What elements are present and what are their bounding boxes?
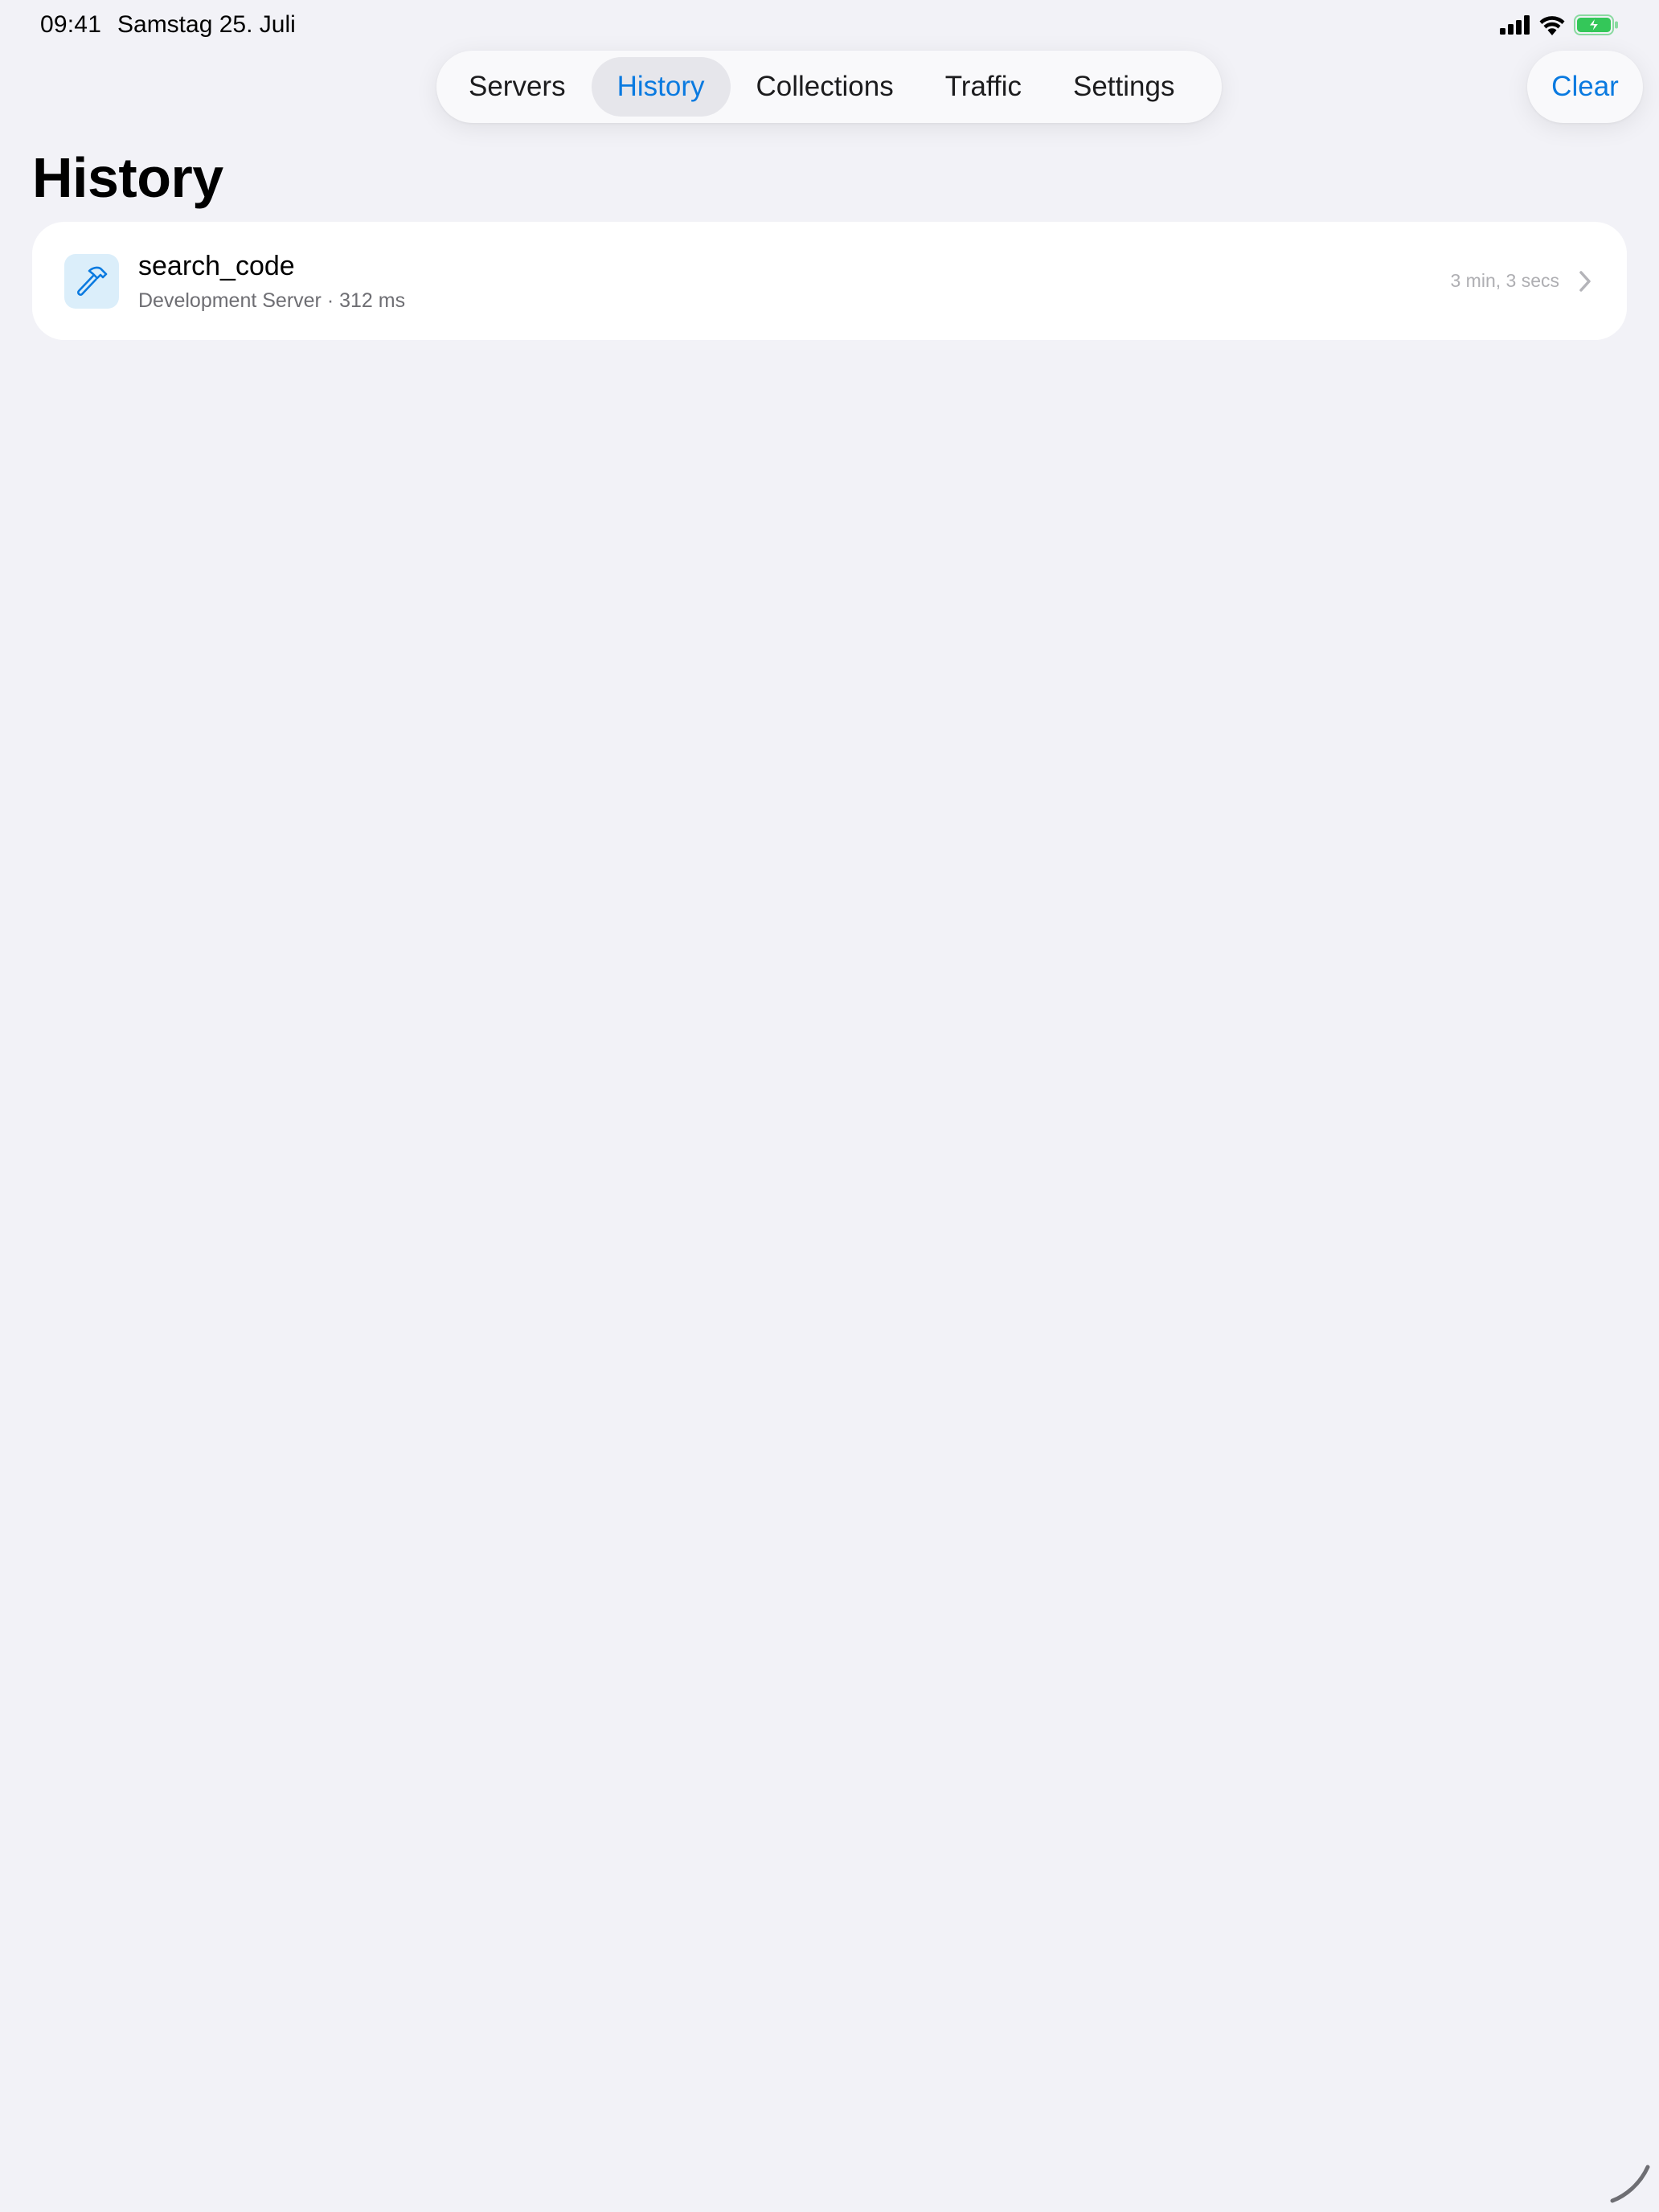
resize-corner-icon (1610, 2165, 1650, 2203)
list-item[interactable]: search_code Development Server · 312 ms … (32, 222, 1627, 340)
item-elapsed-time: 3 min, 3 secs (1450, 270, 1560, 291)
status-icons (1500, 13, 1619, 37)
page-title: History (32, 146, 223, 209)
item-title: search_code (138, 251, 295, 281)
tab-collections[interactable]: Collections (731, 57, 920, 117)
cellular-signal-icon (1500, 15, 1530, 35)
tab-settings[interactable]: Settings (1047, 57, 1200, 117)
battery-charging-icon (1574, 14, 1619, 35)
status-date: Samstag 25. Juli (117, 11, 296, 38)
tab-servers[interactable]: Servers (443, 57, 592, 117)
tab-traffic[interactable]: Traffic (920, 57, 1047, 117)
history-list: search_code Development Server · 312 ms … (32, 222, 1627, 340)
hammer-icon (64, 254, 119, 309)
wifi-icon (1538, 14, 1566, 35)
status-bar: 09:41 Samstag 25. Juli (0, 0, 1659, 51)
item-subtitle: Development Server · 312 ms (138, 289, 406, 312)
tab-history[interactable]: History (591, 57, 731, 117)
status-time: 09:41 (40, 11, 102, 38)
chevron-right-icon (1579, 271, 1591, 292)
tab-bar: Servers History Collections Traffic Sett… (436, 51, 1222, 123)
clear-button[interactable]: Clear (1527, 51, 1643, 123)
